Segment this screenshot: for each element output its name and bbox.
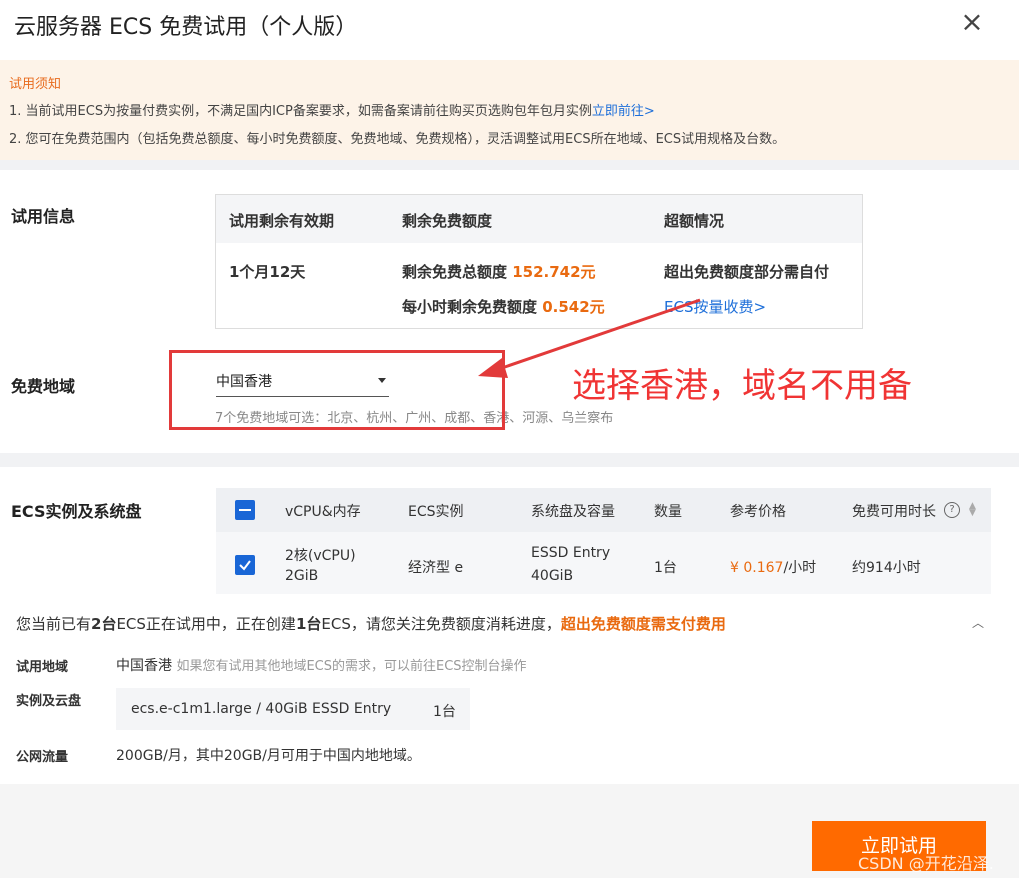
col-instance: ECS实例 bbox=[408, 504, 464, 520]
col-disk: 系统盘及容量 bbox=[531, 504, 615, 520]
cpu-line2: 2GiB bbox=[285, 568, 319, 584]
total-remaining: 剩余免费总额度 152.742元 bbox=[402, 261, 596, 282]
section-divider bbox=[0, 160, 1019, 170]
summary-message: 您当前已有2台ECS正在试用中，正在创建1台ECS，请您关注免费额度消耗进度，超… bbox=[16, 613, 726, 634]
row-checkbox[interactable] bbox=[235, 555, 255, 575]
col-qty: 数量 bbox=[654, 504, 682, 520]
help-icon[interactable]: ? bbox=[944, 502, 960, 518]
trial-info-label: 试用信息 bbox=[11, 207, 76, 226]
section-divider-2 bbox=[0, 453, 1019, 467]
instance-type: 经济型 e bbox=[408, 560, 464, 576]
total-label: 剩余免费总额度 bbox=[402, 263, 513, 281]
summary-region-hint: 如果您有试用其他地域ECS的需求，可以前往ECS控制台操作 bbox=[176, 659, 527, 674]
summary-pre: 您当前已有 bbox=[16, 615, 92, 633]
summary-instance-label: 实例及云盘 bbox=[16, 694, 82, 709]
notice-line-1-text: 1. 当前试用ECS为按量付费实例，不满足国内ICP备案要求，如需备案请前往购买… bbox=[9, 104, 592, 119]
price-value: ¥ 0.167 bbox=[730, 560, 784, 576]
price-unit: /小时 bbox=[783, 560, 817, 576]
check-icon bbox=[239, 560, 251, 571]
header-overage: 超额情况 bbox=[664, 212, 725, 230]
select-all-checkbox[interactable] bbox=[235, 500, 255, 520]
overage-text: 超出免费额度部分需自付 bbox=[664, 263, 830, 281]
sort-icon[interactable]: ▲ ▼ bbox=[969, 502, 976, 518]
price: ¥ 0.167/小时 bbox=[730, 557, 816, 577]
summary-instance-value: ecs.e-c1m1.large / 40GiB ESSD Entry bbox=[131, 701, 392, 717]
notice-title: 试用须知 bbox=[9, 77, 62, 92]
instances-label: ECS实例及系统盘 bbox=[11, 502, 142, 521]
disk-line2: 40GiB bbox=[531, 568, 574, 584]
header-validity: 试用剩余有效期 bbox=[229, 212, 335, 230]
summary-region-label: 试用地域 bbox=[16, 660, 69, 675]
summary-count2: 1台 bbox=[295, 615, 322, 633]
summary-traffic-label: 公网流量 bbox=[16, 750, 69, 765]
col-duration: 免费可用时长 bbox=[852, 504, 936, 520]
summary-region: 中国香港 如果您有试用其他地域ECS的需求，可以前往ECS控制台操作 bbox=[116, 655, 527, 675]
dialog-title: 云服务器 ECS 免费试用（个人版） bbox=[14, 15, 358, 40]
cpu-line1: 2核(vCPU) bbox=[285, 548, 356, 564]
free-region-label: 免费地域 bbox=[11, 377, 76, 396]
validity-value: 1个月12天 bbox=[229, 263, 306, 281]
summary-region-value: 中国香港 bbox=[116, 658, 172, 674]
annotation-text: 选择香港，域名不用备 bbox=[572, 366, 912, 406]
summary-traffic-value: 200GB/月，其中20GB/月可用于中国内地地域。 bbox=[116, 748, 421, 764]
total-value: 152.742元 bbox=[512, 263, 596, 281]
free-duration: 约914小时 bbox=[852, 560, 921, 576]
summary-mid: ECS正在试用中，正在创建 bbox=[116, 615, 296, 633]
header-remaining: 剩余免费额度 bbox=[402, 212, 493, 230]
col-vcpu: vCPU&内存 bbox=[285, 504, 361, 520]
summary-warning: 超出免费额度需支付费用 bbox=[560, 615, 726, 633]
chevron-up-icon[interactable]: ︿ bbox=[972, 614, 984, 631]
notice-line-1: 1. 当前试用ECS为按量付费实例，不满足国内ICP备案要求，如需备案请前往购买… bbox=[9, 100, 655, 119]
notice-line-2: 2. 您可在免费范围内（包括免费总额度、每小时免费额度、免费地域、免费规格），灵… bbox=[9, 132, 786, 147]
disk-line1: ESSD Entry bbox=[531, 545, 611, 561]
summary-count1: 2台 bbox=[91, 615, 117, 633]
summary-instance-qty: 1台 bbox=[433, 704, 456, 720]
buy-now-link[interactable]: 立即前往> bbox=[592, 104, 655, 119]
watermark: CSDN @开花沿泽. bbox=[858, 854, 994, 873]
summary-post: ECS，请您关注免费额度消耗进度， bbox=[321, 615, 561, 633]
close-icon[interactable]: × bbox=[956, 6, 988, 38]
quantity: 1台 bbox=[654, 560, 677, 576]
col-price: 参考价格 bbox=[730, 504, 786, 520]
annotation-highlight-box bbox=[169, 350, 505, 430]
